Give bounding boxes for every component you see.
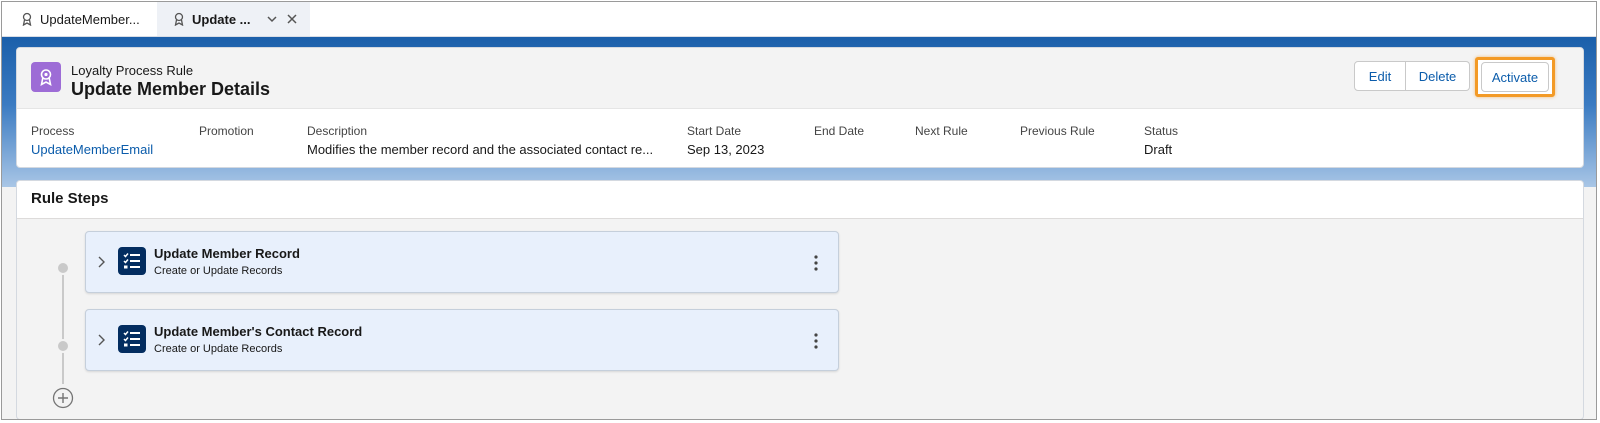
checklist-icon [118, 325, 146, 353]
rule-steps-title: Rule Steps [31, 190, 109, 207]
app-window: UpdateMember... Update ... Loyalty Proce… [1, 1, 1597, 420]
field-promotion: Promotion [199, 124, 254, 142]
status-value: Draft [1144, 142, 1173, 157]
loyalty-rule-icon [31, 62, 61, 92]
process-link[interactable]: UpdateMemberEmail [31, 142, 153, 157]
field-previous-rule: Previous Rule [1020, 124, 1095, 142]
field-label: Previous Rule [1020, 124, 1095, 138]
field-value: Sep 13, 2023 [687, 142, 765, 157]
step-type: Create or Update Records [154, 265, 283, 277]
field-description: Description Modifies the member record a… [307, 124, 653, 157]
delete-button[interactable]: Delete [1406, 61, 1470, 91]
field-label: Next Rule [915, 124, 968, 138]
activate-button[interactable]: Activate [1481, 62, 1549, 92]
record-header-top: Loyalty Process Rule Update Member Detai… [17, 48, 1583, 109]
field-label: Status [1144, 124, 1179, 138]
rule-steps-header: Rule Steps [17, 181, 1583, 219]
activate-highlight: Activate [1475, 57, 1555, 97]
field-value: Modifies the member record and the assoc… [307, 142, 654, 157]
step-name: Update Member Record [154, 246, 300, 261]
field-start-date: Start Date Sep 13, 2023 [687, 124, 764, 157]
close-icon[interactable] [285, 12, 299, 26]
add-step-icon[interactable] [52, 387, 74, 409]
highlights-panel: Process UpdateMemberEmail Promotion Desc… [17, 108, 1583, 167]
tab-update-member-email[interactable]: UpdateMember... [10, 2, 156, 36]
field-label: End Date [814, 124, 865, 138]
more-options-icon[interactable] [812, 332, 820, 350]
step-node-dot [56, 339, 70, 353]
field-next-rule: Next Rule [915, 124, 968, 142]
tab-update-member-details[interactable]: Update ... [157, 2, 310, 36]
action-button-group: Edit Delete [1354, 61, 1470, 91]
chevron-down-icon[interactable] [265, 12, 279, 26]
step-connector-line [62, 269, 64, 384]
tab-label: Update ... [192, 11, 251, 27]
more-options-icon[interactable] [812, 254, 820, 272]
record-header: Loyalty Process Rule Update Member Detai… [16, 47, 1584, 168]
loyalty-rule-icon [20, 12, 34, 26]
field-label: Process [31, 124, 75, 138]
field-status: Status Draft [1144, 124, 1178, 157]
field-process: Process UpdateMemberEmail [31, 124, 153, 157]
field-label: Promotion [199, 124, 254, 138]
chevron-right-icon[interactable] [96, 255, 108, 269]
chevron-right-icon[interactable] [96, 333, 108, 347]
page-title: Update Member Details [71, 79, 271, 99]
field-label: Description [307, 124, 368, 138]
field-label: Start Date [687, 124, 742, 138]
rule-steps-card: Rule Steps Update Member Record Create o… [16, 180, 1584, 419]
checklist-icon [118, 247, 146, 275]
tab-bar: UpdateMember... Update ... [2, 2, 1596, 37]
tab-label: UpdateMember... [40, 11, 140, 27]
edit-button[interactable]: Edit [1354, 61, 1406, 91]
step-type: Create or Update Records [154, 343, 283, 355]
step-name: Update Member's Contact Record [154, 324, 363, 339]
rule-step-card[interactable]: Update Member Record Create or Update Re… [85, 231, 839, 293]
object-type-label: Loyalty Process Rule [71, 63, 194, 78]
rule-step-card[interactable]: Update Member's Contact Record Create or… [85, 309, 839, 371]
field-end-date: End Date [814, 124, 864, 142]
loyalty-rule-icon [172, 12, 186, 26]
step-node-dot [56, 261, 70, 275]
